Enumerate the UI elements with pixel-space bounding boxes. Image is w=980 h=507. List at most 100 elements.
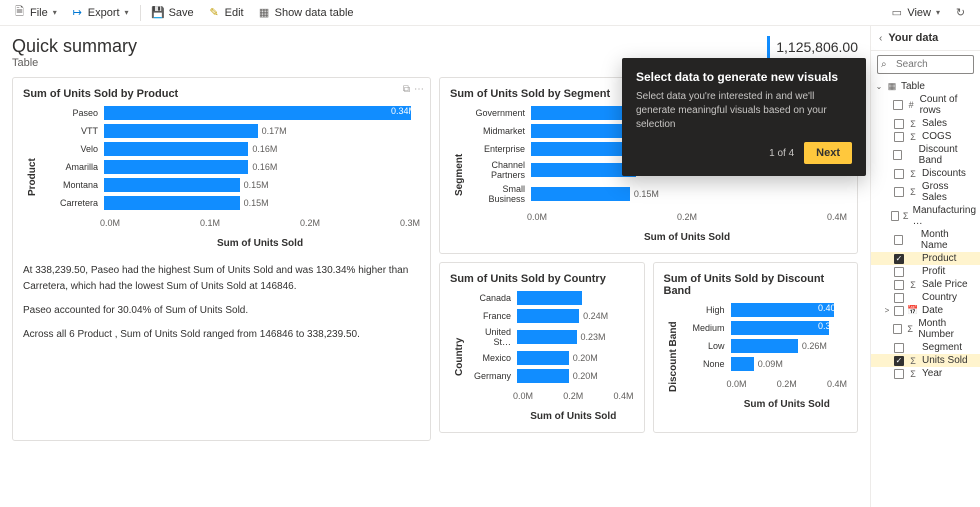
bar-row[interactable]: Paseo 0.34M	[38, 106, 420, 120]
field-label: Units Sold	[922, 355, 968, 366]
bar-row[interactable]: Low 0.26M	[679, 339, 848, 353]
more-options-icon[interactable]: ⋯	[414, 84, 424, 95]
save-button[interactable]: 💾Save	[147, 3, 199, 22]
file-menu[interactable]: 🗎File▾	[8, 3, 62, 22]
field-checkbox[interactable]	[893, 150, 902, 160]
field-checkbox[interactable]	[894, 132, 904, 142]
bar-row[interactable]: United St… 0.23M	[465, 327, 634, 347]
bar-row[interactable]: VTT 0.17M	[38, 124, 420, 138]
bar[interactable]	[104, 142, 248, 156]
field-checkbox[interactable]	[894, 369, 904, 379]
field-item[interactable]: ✓ Σ Units Sold	[871, 354, 980, 367]
field-type-icon: Σ	[907, 132, 919, 142]
field-item[interactable]: Σ Discounts	[871, 167, 980, 180]
bar-row[interactable]: Carretera 0.15M	[38, 196, 420, 210]
bar[interactable]	[517, 330, 577, 344]
bar[interactable]	[104, 196, 240, 210]
bar[interactable]	[731, 357, 754, 371]
chart-title: Sum of Units Sold by Discount Band	[664, 273, 848, 297]
collapse-pane-icon[interactable]: ‹	[879, 33, 882, 44]
export-menu[interactable]: ↦Export▾	[66, 3, 134, 22]
field-checkbox[interactable]	[894, 169, 904, 179]
field-checkbox[interactable]: ✓	[894, 254, 904, 264]
field-checkbox[interactable]: ✓	[894, 356, 904, 366]
kpi-card[interactable]: 1,125,806.00	[767, 36, 858, 58]
search-input[interactable]	[877, 55, 974, 74]
copy-icon[interactable]: ⧉	[403, 84, 410, 95]
bar-row[interactable]: Medium 0.38M	[679, 321, 848, 335]
x-tick: 0.4M	[827, 379, 847, 389]
field-item[interactable]: Segment	[871, 341, 980, 354]
field-item[interactable]: > 📅 Date	[871, 304, 980, 317]
value-label: 0.15M	[244, 198, 269, 208]
chart-card-country[interactable]: Sum of Units Sold by Country Country Can…	[439, 262, 645, 433]
field-checkbox[interactable]	[893, 100, 902, 110]
bar-row[interactable]: Montana 0.15M	[38, 178, 420, 192]
field-checkbox[interactable]	[893, 324, 902, 334]
field-checkbox[interactable]	[891, 211, 898, 221]
refresh-button[interactable]: ↻	[949, 3, 972, 22]
field-item[interactable]: Country	[871, 291, 980, 304]
x-tick: 0.3M	[400, 218, 420, 228]
bar-row[interactable]: Mexico 0.20M	[465, 351, 634, 365]
chart-card-discount[interactable]: Sum of Units Sold by Discount Band Disco…	[653, 262, 859, 433]
field-item[interactable]: Σ Gross Sales	[871, 180, 980, 204]
category-label: Carretera	[38, 198, 100, 208]
bar[interactable]	[517, 351, 569, 365]
x-tick: 0.2M	[563, 391, 583, 401]
field-checkbox[interactable]	[894, 343, 904, 353]
edit-button[interactable]: ✎Edit	[203, 3, 249, 22]
bar-row[interactable]: Velo 0.16M	[38, 142, 420, 156]
field-checkbox[interactable]	[894, 119, 904, 129]
bar-row[interactable]: Canada 0.25M	[465, 291, 634, 305]
bar[interactable]: 0.25M	[517, 291, 582, 305]
field-item[interactable]: Month Name	[871, 228, 980, 252]
field-checkbox[interactable]	[894, 267, 904, 277]
bar-row[interactable]: None 0.09M	[679, 357, 848, 371]
bar[interactable]	[104, 160, 248, 174]
bar[interactable]	[531, 163, 636, 177]
table-node[interactable]: ⌄ ▦ Table	[871, 80, 980, 93]
field-checkbox[interactable]	[894, 280, 904, 290]
bar-row[interactable]: France 0.24M	[465, 309, 634, 323]
bar-row[interactable]: Amarilla 0.16M	[38, 160, 420, 174]
field-item[interactable]: Σ Sale Price	[871, 278, 980, 291]
tip-next-button[interactable]: Next	[804, 142, 852, 164]
field-item[interactable]: # Count of rows	[871, 93, 980, 117]
bar-row[interactable]: Small Business 0.15M	[465, 184, 847, 204]
bar[interactable]	[517, 309, 579, 323]
bar[interactable]	[531, 187, 630, 201]
bar[interactable]: 0.38M	[731, 321, 829, 335]
bar[interactable]: 0.34M	[104, 106, 411, 120]
chevron-down-icon: ▾	[125, 8, 129, 17]
field-item[interactable]: ✓ Product	[871, 252, 980, 265]
value-label: 0.20M	[573, 353, 598, 363]
field-item[interactable]: Σ Year	[871, 367, 980, 380]
field-checkbox[interactable]	[894, 306, 904, 316]
expand-icon[interactable]: >	[883, 306, 891, 315]
bar[interactable]: 0.40M	[731, 303, 835, 317]
bar-row[interactable]: High 0.40M	[679, 303, 848, 317]
value-label: 0.09M	[758, 359, 783, 369]
value-label: 0.26M	[802, 341, 827, 351]
field-checkbox[interactable]	[894, 235, 904, 245]
field-item[interactable]: Σ COGS	[871, 130, 980, 143]
field-type-icon: Σ	[902, 211, 910, 221]
expand-icon[interactable]: ⌄	[875, 82, 883, 91]
field-label: COGS	[922, 131, 951, 142]
field-item[interactable]: Σ Month Number	[871, 317, 980, 341]
bar[interactable]	[104, 178, 240, 192]
bar[interactable]	[517, 369, 569, 383]
field-checkbox[interactable]	[894, 293, 904, 303]
bar[interactable]	[104, 124, 258, 138]
bar-row[interactable]: Germany 0.20M	[465, 369, 634, 383]
field-item[interactable]: Profit	[871, 265, 980, 278]
field-checkbox[interactable]	[894, 187, 904, 197]
field-item[interactable]: Σ Sales	[871, 117, 980, 130]
field-item[interactable]: Discount Band	[871, 143, 980, 167]
bar[interactable]	[731, 339, 798, 353]
chart-card-product[interactable]: Sum of Units Sold by Product ⧉ ⋯ Product…	[12, 77, 431, 441]
field-item[interactable]: Σ Manufacturing …	[871, 204, 980, 228]
show-data-table-button[interactable]: ▦Show data table	[253, 3, 359, 22]
view-menu[interactable]: ▭View▾	[885, 3, 945, 22]
